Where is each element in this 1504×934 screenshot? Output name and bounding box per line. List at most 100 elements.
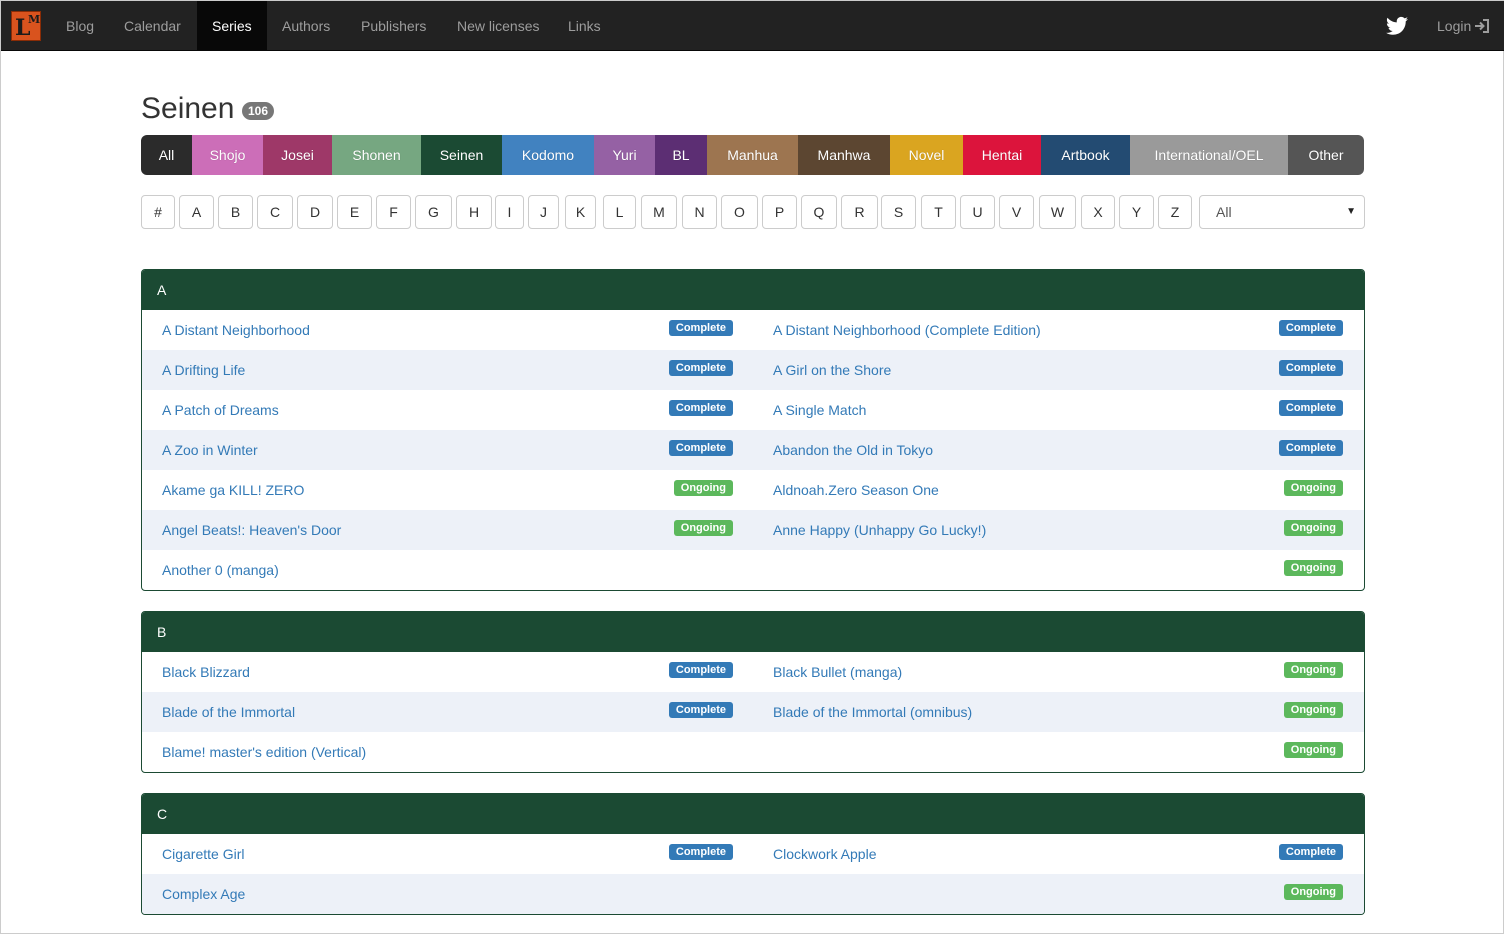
nav-link-publishers[interactable]: Publishers [346,1,441,51]
series-link[interactable]: A Girl on the Shore [773,350,891,390]
letter-button-v[interactable]: V [999,195,1034,229]
nav-link-series[interactable]: Series [197,1,267,51]
series-link[interactable]: Black Blizzard [162,652,250,692]
letter-button-a[interactable]: A [179,195,214,229]
letter-button-b[interactable]: B [218,195,253,229]
letter-button-d[interactable]: D [297,195,333,229]
status-badge: Ongoing [1283,662,1343,678]
status-badge: Complete [1278,360,1343,376]
site-logo[interactable]: L M [11,11,41,41]
status-badge: Complete [668,844,733,860]
series-link[interactable]: Blade of the Immortal [162,692,295,732]
nav-link-new-licenses[interactable]: New licenses [442,1,554,51]
status-badge: Ongoing [1283,742,1343,758]
status-badge: Complete [668,662,733,678]
nav-link-blog[interactable]: Blog [51,1,109,51]
twitter-icon[interactable] [1386,16,1408,36]
letter-button-f[interactable]: F [376,195,411,229]
series-row: Cigarette Girl Complete Clockwork Apple Com… [142,834,1364,874]
letter-button-c[interactable]: C [257,195,293,229]
status-badge: Ongoing [673,480,733,496]
status-select[interactable]: All ▼ [1199,195,1365,229]
category-tab-all[interactable]: All [141,135,192,175]
letter-section-c: C Cigarette Girl Complete Clockwork Apple Co… [141,793,1365,915]
status-badge: Complete [1278,844,1343,860]
series-link[interactable]: A Zoo in Winter [162,430,258,470]
status-badge: Complete [1278,320,1343,336]
series-link[interactable]: Angel Beats!: Heaven's Door [162,510,341,550]
letter-button-k[interactable]: K [565,195,596,229]
category-tab-bl[interactable]: BL [655,135,707,175]
letter-button-o[interactable]: O [721,195,758,229]
series-link[interactable]: A Single Match [773,390,866,430]
series-link[interactable]: Akame ga KILL! ZERO [162,470,304,510]
letter-button-e[interactable]: E [337,195,372,229]
status-badge: Ongoing [1283,702,1343,718]
series-link[interactable]: A Drifting Life [162,350,245,390]
category-tab-seinen[interactable]: Seinen [421,135,502,175]
category-tab-yuri[interactable]: Yuri [594,135,655,175]
series-row: Akame ga KILL! ZERO Ongoing Aldnoah.Zero S… [142,470,1364,510]
status-badge: Ongoing [673,520,733,536]
series-link[interactable]: Abandon the Old in Tokyo [773,430,933,470]
series-link[interactable]: Cigarette Girl [162,834,244,874]
letter-section-b: B Black Blizzard Complete Black Bullet (man… [141,611,1365,773]
series-row: A Patch of Dreams Complete A Single Match C… [142,390,1364,430]
letter-button-hash[interactable]: # [141,195,175,229]
series-row: Blame! master's edition (Vertical) Ongoin… [142,732,1364,772]
category-tab-josei[interactable]: Josei [263,135,332,175]
series-link[interactable]: Black Bullet (manga) [773,652,902,692]
status-badge: Ongoing [1283,560,1343,576]
login-button[interactable]: Login [1437,1,1490,51]
category-filter-bar: All Shojo Josei Shonen Seinen Kodomo Yuri BL Man… [141,135,1364,175]
letter-button-i[interactable]: I [495,195,524,229]
status-badge: Complete [1278,400,1343,416]
category-tab-other[interactable]: Other [1288,135,1364,175]
status-badge: Complete [668,360,733,376]
category-tab-kodomo[interactable]: Kodomo [502,135,594,175]
series-link[interactable]: Aldnoah.Zero Season One [773,470,939,510]
series-link[interactable]: A Distant Neighborhood (Complete Edition… [773,310,1041,350]
letter-button-r[interactable]: R [841,195,878,229]
category-tab-shonen[interactable]: Shonen [332,135,421,175]
nav-link-calendar[interactable]: Calendar [109,1,196,51]
letter-button-s[interactable]: S [881,195,916,229]
caret-down-icon: ▼ [1346,206,1356,217]
status-select-value: All [1216,204,1232,220]
category-tab-shojo[interactable]: Shojo [192,135,263,175]
category-tab-international-oel[interactable]: International/OEL [1130,135,1288,175]
letter-button-u[interactable]: U [960,195,995,229]
series-link[interactable]: Clockwork Apple [773,834,877,874]
series-link[interactable]: Anne Happy (Unhappy Go Lucky!) [773,510,986,550]
letter-section-a: AA Distant Neighborhood Complete A Distant… [141,269,1365,591]
letter-button-w[interactable]: W [1039,195,1076,229]
series-row: Another 0 (manga) Ongoing [142,550,1364,590]
letter-button-y[interactable]: Y [1119,195,1154,229]
category-tab-hentai[interactable]: Hentai [963,135,1041,175]
letter-button-z[interactable]: Z [1158,195,1192,229]
letter-button-j[interactable]: J [528,195,559,229]
letter-button-g[interactable]: G [415,195,452,229]
series-link[interactable]: Complex Age [162,874,245,914]
letter-button-p[interactable]: P [762,195,797,229]
category-tab-manhwa[interactable]: Manhwa [798,135,890,175]
category-tab-novel[interactable]: Novel [890,135,963,175]
letter-button-l[interactable]: L [603,195,636,229]
series-link[interactable]: Another 0 (manga) [162,550,279,590]
nav-link-links[interactable]: Links [553,1,616,51]
series-link[interactable]: Blame! master's edition (Vertical) [162,732,366,772]
nav-link-authors[interactable]: Authors [267,1,345,51]
letter-button-q[interactable]: Q [801,195,837,229]
letter-button-t[interactable]: T [921,195,956,229]
letter-button-x[interactable]: X [1081,195,1115,229]
series-link[interactable]: A Distant Neighborhood [162,310,310,350]
letter-button-h[interactable]: H [456,195,492,229]
page-title: Seinen [141,92,235,125]
category-tab-artbook[interactable]: Artbook [1041,135,1130,175]
letter-button-m[interactable]: M [641,195,677,229]
login-label: Login [1437,18,1472,34]
series-link[interactable]: Blade of the Immortal (omnibus) [773,692,972,732]
category-tab-manhua[interactable]: Manhua [707,135,798,175]
letter-button-n[interactable]: N [682,195,717,229]
series-link[interactable]: A Patch of Dreams [162,390,279,430]
